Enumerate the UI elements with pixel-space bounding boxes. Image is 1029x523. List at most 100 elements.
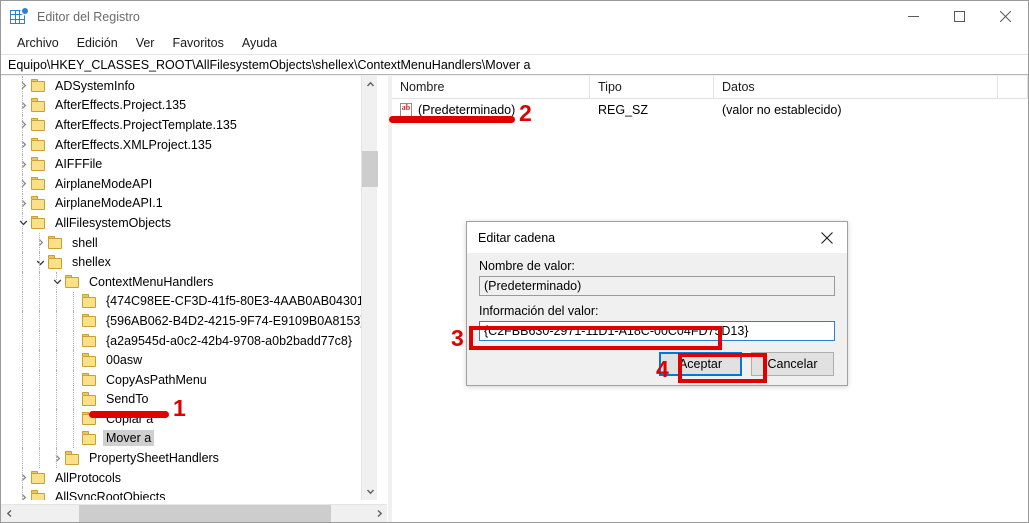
column-header-filler xyxy=(998,76,1028,98)
tree-item-shell[interactable]: shell xyxy=(1,232,361,253)
dialog-close-icon[interactable] xyxy=(807,223,847,252)
tree-guide-line xyxy=(39,389,41,410)
tree-horizontal-scroll-thumb[interactable] xyxy=(79,505,331,522)
tree-guide-line xyxy=(39,252,41,272)
folder-icon xyxy=(82,411,98,426)
tree-item-aifffile[interactable]: AIFFFile xyxy=(1,154,361,174)
scroll-down-icon[interactable] xyxy=(362,483,378,500)
tree-item-00asw[interactable]: 00asw xyxy=(1,350,361,370)
tree-guide-line xyxy=(39,330,41,351)
tree-guide-line xyxy=(22,95,24,116)
tree-item-sendto[interactable]: SendTo xyxy=(1,389,361,410)
value-name-text: (Predeterminado) xyxy=(418,103,516,117)
tree-item-label: {474C98EE-CF3D-41f5-80E3-4AAB0AB04301} xyxy=(106,294,361,309)
tree-guide-line xyxy=(56,350,58,370)
value-name-input[interactable]: (Predeterminado) xyxy=(479,276,835,296)
tree-item-aftereffects-project-135[interactable]: AfterEffects.Project.135 xyxy=(1,95,361,116)
tree-item-contextmenuhandlers[interactable]: ContextMenuHandlers xyxy=(1,271,361,292)
cancel-button[interactable]: Cancelar xyxy=(751,352,834,376)
tree-item-a2a9545d-a0c2-42b4-9708-a0b2badd77c8[interactable]: {a2a9545d-a0c2-42b4-9708-a0b2badd77c8} xyxy=(1,330,361,351)
scroll-left-icon[interactable] xyxy=(1,505,18,522)
tree-item-label: SendTo xyxy=(106,392,149,407)
maximize-icon[interactable] xyxy=(936,1,982,32)
values-list[interactable]: ab (Predeterminado) REG_SZ (valor no establ… xyxy=(392,99,1028,121)
tree-guide-line xyxy=(22,409,24,429)
tree-item-596ab062-b4d2-4215-9f74-e9109b0a8153[interactable]: {596AB062-B4D2-4215-9F74-E9109B0A8153} xyxy=(1,311,361,331)
tree-item-474c98ee-cf3d-41f5-80e3-4aab0ab04301[interactable]: {474C98EE-CF3D-41f5-80E3-4AAB0AB04301} xyxy=(1,291,361,312)
tree-guide-line xyxy=(73,369,75,390)
title-bar: Editor del Registro xyxy=(1,1,1028,32)
tree-item-label: {596AB062-B4D2-4215-9F74-E9109B0A8153} xyxy=(106,313,361,328)
tree-guide-line xyxy=(39,232,41,253)
tree-vertical-scroll-thumb[interactable] xyxy=(362,151,378,187)
tree-item-propertysheethandlers[interactable]: PropertySheetHandlers xyxy=(1,448,361,468)
tree-guide-line xyxy=(22,193,24,214)
tree-guide-line xyxy=(56,428,58,449)
tree-item-adsysteminfo[interactable]: ADSystemInfo xyxy=(1,76,361,96)
folder-icon xyxy=(82,372,98,387)
tree-item-copyaspathmenu[interactable]: CopyAsPathMenu xyxy=(1,369,361,390)
tree-guide-line xyxy=(56,389,58,410)
tree-item-label: shell xyxy=(72,235,98,250)
values-list-row[interactable]: ab (Predeterminado) REG_SZ (valor no establ… xyxy=(392,99,1028,121)
tree-guide-line xyxy=(22,369,24,390)
tree-item-allsyncrootobjects[interactable]: AllSyncRootObjects xyxy=(1,487,361,500)
tree-item-mover-a[interactable]: Mover a xyxy=(1,428,361,449)
folder-icon xyxy=(82,333,98,348)
column-header-tipo[interactable]: Tipo xyxy=(590,76,714,98)
tree-guide-line xyxy=(39,448,41,468)
value-data-input[interactable]: {C2FBB630-2971-11D1-A18C-00C04FD75D13} xyxy=(479,321,835,341)
tree-guide-line xyxy=(22,389,24,410)
tree-item-allprotocols[interactable]: AllProtocols xyxy=(1,467,361,488)
column-header-datos[interactable]: Datos xyxy=(714,76,998,98)
close-icon[interactable] xyxy=(982,1,1028,32)
values-column-header: Nombre Tipo Datos xyxy=(392,76,1028,99)
tree-item-shellex[interactable]: shellex xyxy=(1,252,361,272)
tree-item-airplanemodeapi[interactable]: AirplaneModeAPI xyxy=(1,173,361,194)
scroll-up-icon[interactable] xyxy=(362,76,378,93)
menu-item-ayuda[interactable]: Ayuda xyxy=(233,34,286,53)
tree-guide-line xyxy=(22,134,24,155)
tree-item-label: AfterEffects.XMLProject.135 xyxy=(55,137,212,152)
menu-item-edicion[interactable]: Edición xyxy=(68,34,127,53)
tree-guide-line xyxy=(39,271,41,292)
minimize-icon[interactable] xyxy=(890,1,936,32)
tree-vertical-scrollbar[interactable] xyxy=(361,76,378,500)
tree-guide-line xyxy=(73,389,75,410)
tree-item-aftereffects-projecttemplate-135[interactable]: AfterEffects.ProjectTemplate.135 xyxy=(1,115,361,135)
menu-item-ver[interactable]: Ver xyxy=(127,34,164,53)
column-header-nombre[interactable]: Nombre xyxy=(392,76,590,98)
tree-item-copiar-a[interactable]: Copiar a xyxy=(1,409,361,429)
tree-horizontal-scrollbar[interactable] xyxy=(1,504,387,522)
scroll-right-icon[interactable] xyxy=(371,505,387,522)
folder-icon xyxy=(31,470,47,485)
menu-item-archivo[interactable]: Archivo xyxy=(8,34,68,53)
tree-guide-line xyxy=(73,350,75,370)
tree-item-allfilesystemobjects[interactable]: AllFilesystemObjects xyxy=(1,213,361,233)
tree-guide-line xyxy=(22,76,24,96)
tree-guide-line xyxy=(22,467,24,488)
accept-button[interactable]: Aceptar xyxy=(659,352,742,376)
tree-item-airplanemodeapi-1[interactable]: AirplaneModeAPI.1 xyxy=(1,193,361,214)
registry-tree[interactable]: ADSystemInfo AfterEffects.Project.135 Afte… xyxy=(1,76,361,500)
tree-item-label: Copiar a xyxy=(106,411,154,426)
tree-guide-line xyxy=(22,330,24,351)
tree-item-label: AfterEffects.ProjectTemplate.135 xyxy=(55,117,237,132)
folder-icon xyxy=(31,157,47,171)
tree-item-label: {a2a9545d-a0c2-42b4-9708-a0b2badd77c8} xyxy=(106,333,353,348)
address-bar[interactable]: Equipo\HKEY_CLASSES_ROOT\AllFilesystemOb… xyxy=(1,54,1028,75)
tree-guide-line xyxy=(22,232,24,253)
tree-item-aftereffects-xmlproject-135[interactable]: AfterEffects.XMLProject.135 xyxy=(1,134,361,155)
menu-item-favoritos[interactable]: Favoritos xyxy=(163,34,232,53)
value-name-cell: ab (Predeterminado) xyxy=(392,99,590,121)
tree-guide-line xyxy=(22,213,24,233)
